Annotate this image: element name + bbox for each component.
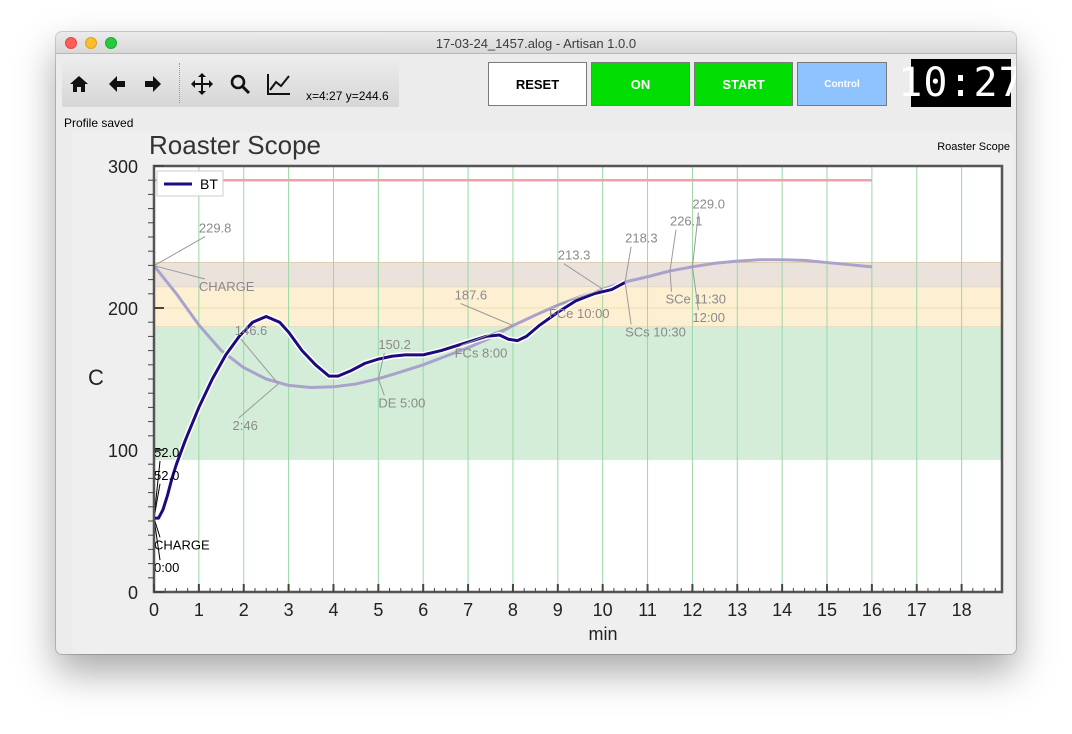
y-tick-label: 100 (108, 441, 138, 461)
annotation-label: CHARGE (154, 537, 210, 552)
annotation-label: 229.8 (199, 221, 232, 236)
magnifier-icon (230, 74, 251, 95)
home-icon (70, 76, 88, 92)
annotation-label: CHARGE (199, 279, 255, 294)
annotation-label: 12:00 (692, 310, 725, 325)
annotation-label: 213.3 (558, 248, 591, 263)
annotation-label: 146.6 (235, 323, 268, 338)
annotation-label: 52.0 (154, 445, 179, 460)
x-tick-label: 18 (952, 600, 972, 620)
x-tick-label: 8 (508, 600, 518, 620)
x-tick-label: 12 (682, 600, 702, 620)
annotation-label: 226.1 (670, 214, 703, 229)
annotation-label: 187.6 (455, 287, 488, 302)
arrow-left-icon (109, 76, 125, 92)
annotation-label: FCe 10:00 (549, 306, 610, 321)
annotation-label: FCs 8:00 (455, 346, 508, 361)
x-tick-label: 7 (463, 600, 473, 620)
control-button[interactable]: Control (797, 62, 887, 106)
reset-button[interactable]: RESET (488, 62, 587, 106)
home-button[interactable] (66, 71, 92, 97)
roast-chart[interactable]: 229.8 CHARGE 146.6 2:46 150.2 DE 5:00 187.6 FCs… (72, 132, 1013, 654)
app-window: 17-03-24_1457.alog - Artisan 1.0.0 x=4:2… (56, 32, 1016, 654)
forward-button[interactable] (140, 71, 166, 97)
annotation-label: 229.0 (692, 197, 725, 212)
x-axis-label: min (588, 624, 617, 644)
x-tick-label: 14 (772, 600, 792, 620)
chart-area: 229.8 CHARGE 146.6 2:46 150.2 DE 5:00 187.6 FCs… (72, 132, 1013, 654)
x-tick-label: 15 (817, 600, 837, 620)
x-tick-label: 17 (907, 600, 927, 620)
annotation-label: SCs 10:30 (625, 324, 686, 339)
chart-subtitle: Roaster Scope (937, 141, 1010, 153)
zoom-button[interactable] (227, 71, 253, 97)
timer-lcd: 10:27 (898, 59, 1016, 107)
window-title: 17-03-24_1457.alog - Artisan 1.0.0 (435, 36, 637, 51)
start-button[interactable]: START (694, 62, 793, 106)
annotation-label: 2:46 (233, 418, 258, 433)
pan-button[interactable] (189, 71, 215, 97)
annotation-label: DE 5:00 (378, 395, 425, 410)
x-tick-label: 16 (862, 600, 882, 620)
phase-band (154, 326, 1002, 460)
line-chart-icon (267, 74, 290, 95)
cursor-coordinates: x=4:27 y=244.6 (306, 89, 389, 103)
y-axis-label: C (88, 365, 104, 390)
x-tick-label: 10 (593, 600, 613, 620)
y-tick-label: 0 (128, 583, 138, 603)
x-tick-label: 5 (373, 600, 383, 620)
annotation-label: 218.3 (625, 231, 658, 246)
x-tick-label: 1 (194, 600, 204, 620)
navigation-toolbar: x=4:27 y=244.6 (62, 59, 399, 107)
x-tick-label: 9 (553, 600, 563, 620)
move-icon (191, 73, 213, 95)
back-button[interactable] (104, 71, 130, 97)
annotation-label: 0:00 (154, 560, 179, 575)
y-tick-label: 200 (108, 299, 138, 319)
y-tick-label: 300 (108, 157, 138, 177)
status-message: Profile saved (64, 116, 134, 130)
toolbar-separator (179, 63, 180, 103)
x-tick-label: 11 (638, 600, 657, 620)
arrow-right-icon (145, 76, 161, 92)
subplots-button[interactable] (266, 71, 292, 97)
legend-label-bt: BT (200, 176, 218, 192)
annotation-label: 150.2 (378, 337, 411, 352)
x-tick-label: 3 (284, 600, 294, 620)
title-bar: 17-03-24_1457.alog - Artisan 1.0.0 (56, 32, 1016, 54)
on-button[interactable]: ON (591, 62, 690, 106)
annotation-label: SCe 11:30 (665, 292, 725, 307)
x-tick-label: 4 (328, 600, 338, 620)
phase-band (154, 262, 1002, 287)
chart-title: Roaster Scope (149, 132, 321, 160)
x-tick-label: 13 (727, 600, 747, 620)
x-tick-label: 6 (418, 600, 428, 620)
x-tick-label: 2 (239, 600, 249, 620)
annotation-label: 52.0 (154, 468, 179, 483)
x-tick-label: 0 (149, 600, 159, 620)
